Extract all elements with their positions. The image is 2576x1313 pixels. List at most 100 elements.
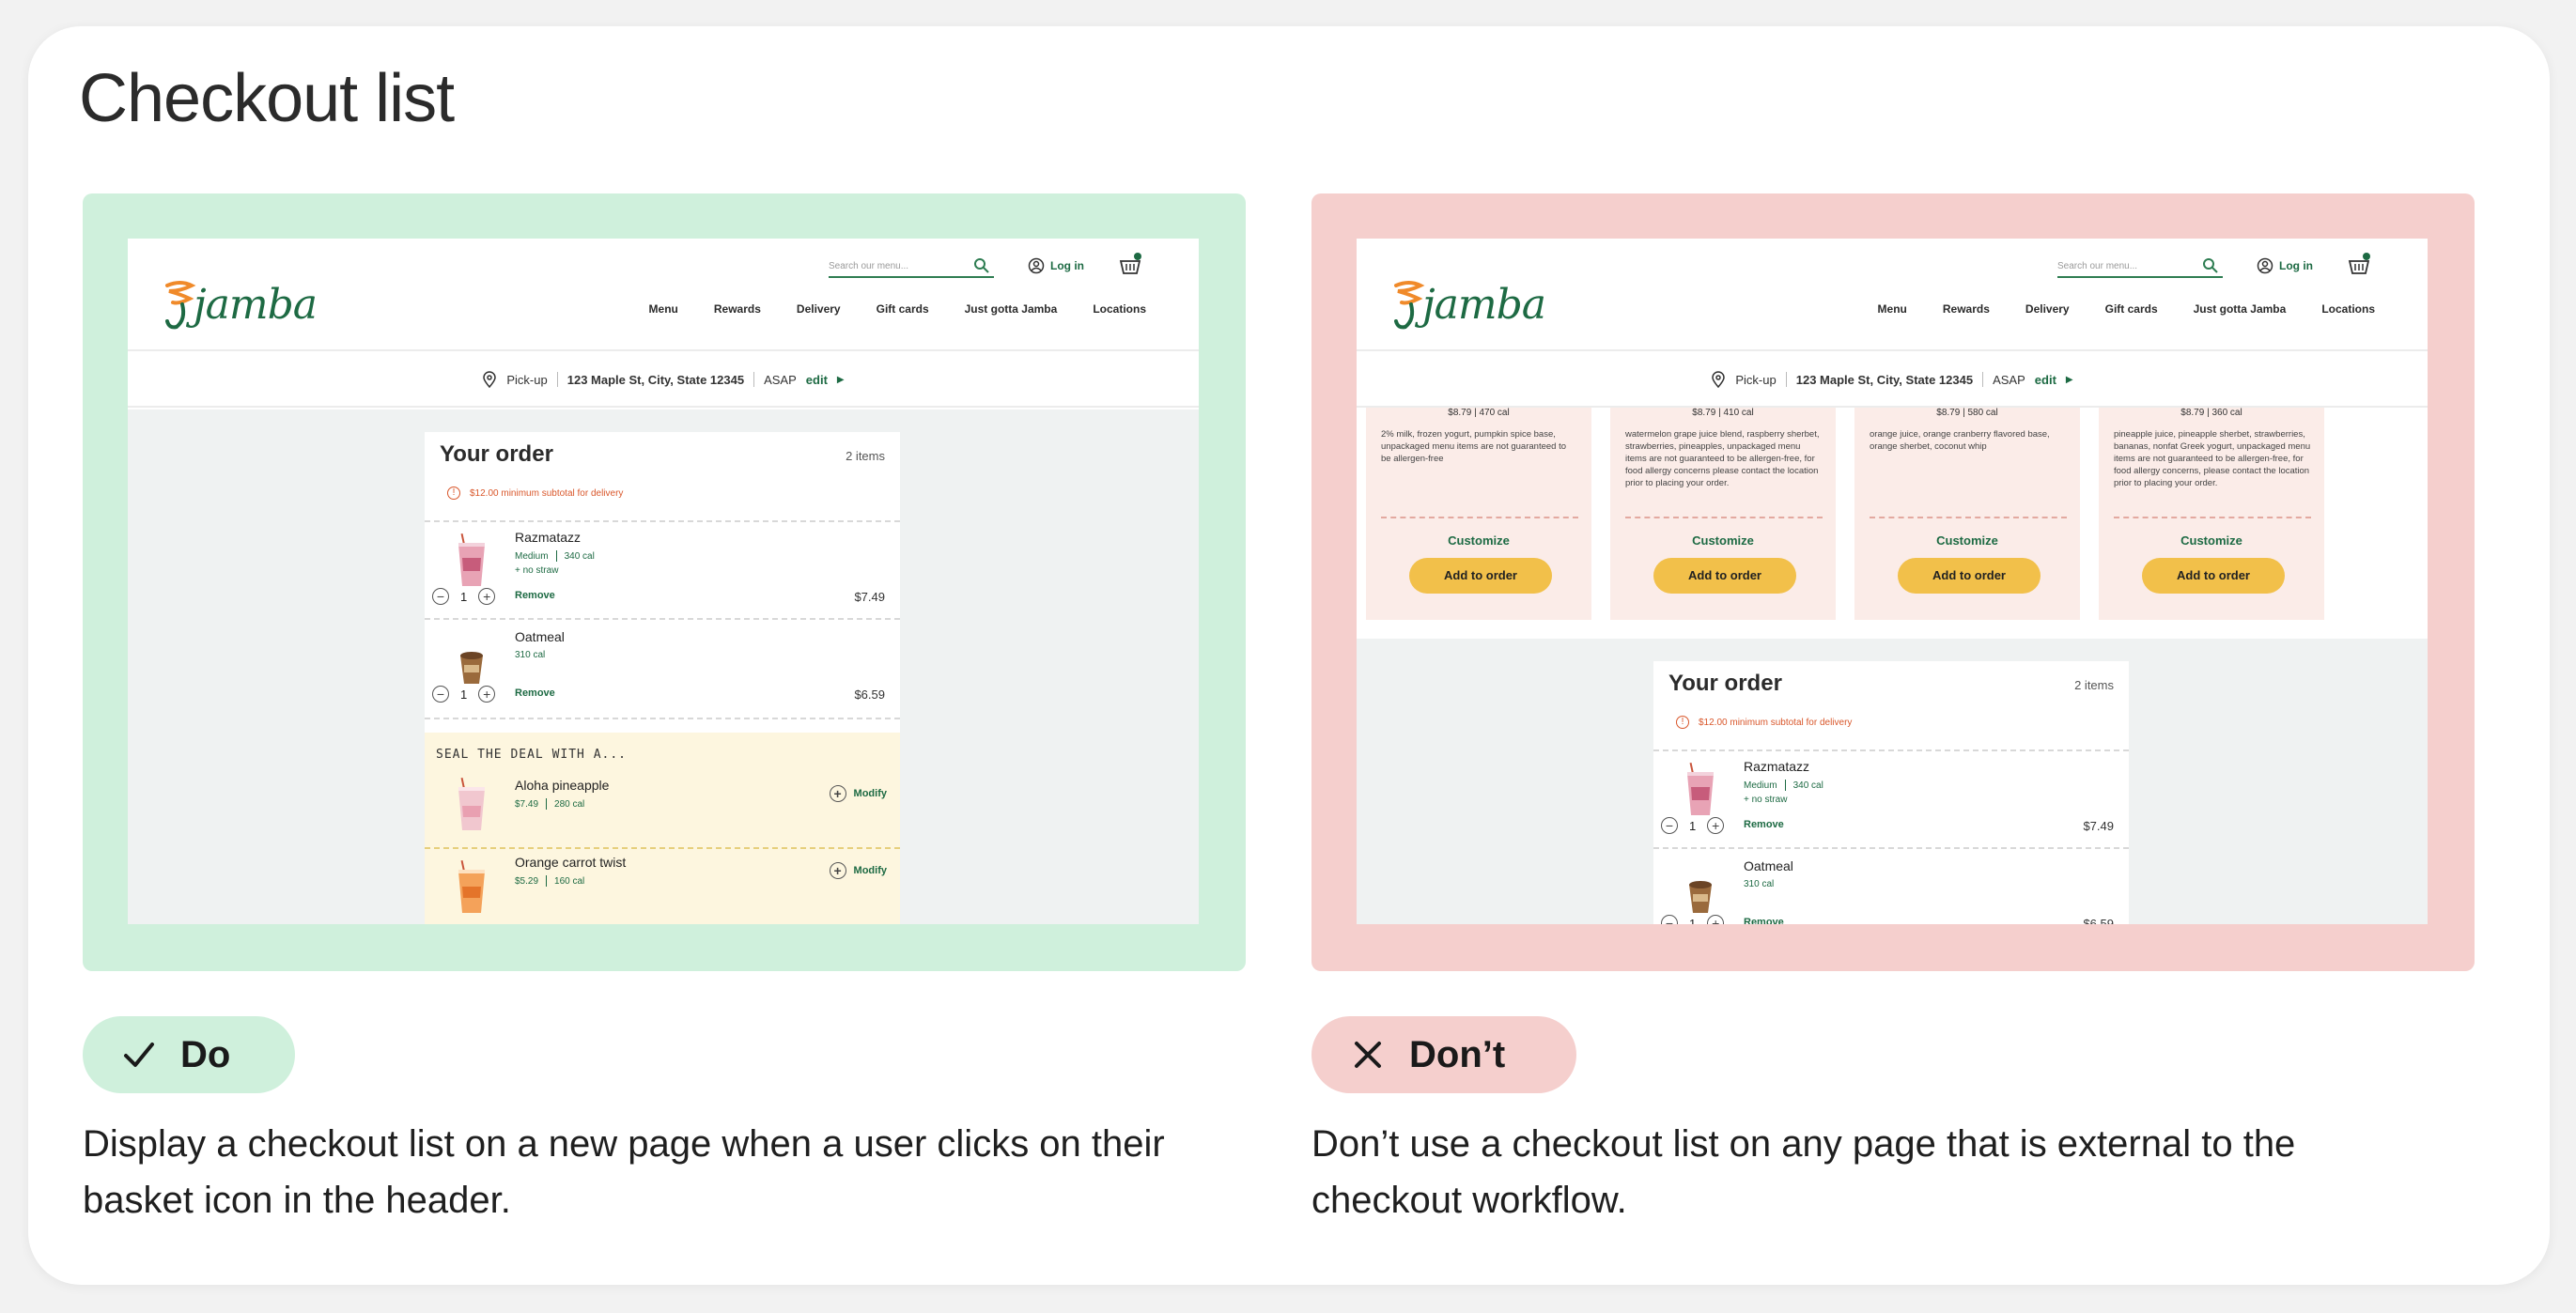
item-meta: 310 cal — [515, 650, 546, 660]
nav-item-gift-cards[interactable]: Gift cards — [2105, 302, 2158, 316]
customize-link[interactable]: Customize — [1610, 533, 1836, 548]
do-badge: Do — [83, 1016, 295, 1093]
search-placeholder: Search our menu... — [829, 261, 909, 271]
nav-item-locations[interactable]: Locations — [2321, 302, 2375, 316]
search-input[interactable]: Search our menu... — [829, 255, 994, 278]
login-link[interactable]: Log in — [2257, 257, 2313, 274]
add-to-order-button[interactable]: Add to order — [1653, 558, 1796, 594]
dont-example-panel: $8.79 | 470 cal 2% milk, frozen yogurt, … — [1311, 193, 2475, 971]
pickup-bar: Pick-up 123 Maple St, City, State 12345 … — [1357, 353, 2428, 408]
modify-button[interactable]: + Modify — [829, 862, 887, 879]
dont-label: Don’t — [1409, 1033, 1506, 1075]
site-header: jamba Search our menu... Log in Menu Rew… — [128, 239, 1199, 351]
basket-icon[interactable] — [2347, 252, 2371, 276]
item-price: $7.49 — [854, 590, 885, 604]
jamba-logo[interactable]: jamba — [163, 276, 318, 332]
add-to-order-button[interactable]: Add to order — [1409, 558, 1552, 594]
menu-card: $8.79 | 580 cal orange juice, orange cra… — [1854, 408, 2080, 620]
dont-screenshot: $8.79 | 470 cal 2% milk, frozen yogurt, … — [1357, 239, 2428, 924]
pickup-edit-link[interactable]: edit — [806, 373, 828, 387]
item-meta: Medium 340 cal — [515, 550, 595, 562]
minus-icon[interactable]: − — [432, 686, 449, 703]
upsell-title: SEAL THE DEAL WITH A... — [436, 748, 628, 762]
nav-item-menu[interactable]: Menu — [649, 302, 678, 316]
remove-button[interactable]: Remove — [1744, 917, 1784, 924]
login-link[interactable]: Log in — [1028, 257, 1084, 274]
main-nav: Menu Rewards Delivery Gift cards Just go… — [1878, 302, 2375, 316]
minus-icon[interactable]: − — [1661, 915, 1678, 924]
minus-icon[interactable]: − — [432, 588, 449, 605]
check-icon — [124, 1043, 154, 1067]
login-label: Log in — [1050, 259, 1084, 272]
nav-item-locations[interactable]: Locations — [1093, 302, 1146, 316]
main-nav: Menu Rewards Delivery Gift cards Just go… — [649, 302, 1146, 316]
basket-icon[interactable] — [1118, 252, 1142, 276]
add-to-order-button[interactable]: Add to order — [1898, 558, 2041, 594]
add-to-order-button[interactable]: Add to order — [2142, 558, 2285, 594]
quantity-stepper: − 1 + — [1661, 817, 1725, 834]
nav-item-rewards[interactable]: Rewards — [1943, 302, 1990, 316]
nav-item-just-gotta-jamba[interactable]: Just gotta Jamba — [965, 302, 1058, 316]
quantity-stepper: − 1 + — [432, 588, 496, 605]
customize-link[interactable]: Customize — [1366, 533, 1591, 548]
item-name: Oatmeal — [1744, 858, 1793, 873]
item-price: $6.59 — [2083, 917, 2114, 924]
item-name: Oatmeal — [515, 629, 565, 644]
orange-carrot-twist-image — [458, 859, 485, 913]
order-count: 2 items — [846, 449, 885, 463]
warning-text: $12.00 minimum subtotal for delivery — [470, 487, 624, 499]
razmatazz-image — [458, 533, 485, 586]
order-title: Your order — [440, 441, 553, 467]
alert-icon: ! — [447, 487, 460, 500]
order-title: Your order — [1668, 671, 1782, 696]
chevron-right-icon: ▶ — [836, 374, 845, 385]
pickup-mode: Pick-up — [506, 372, 548, 387]
nav-item-delivery[interactable]: Delivery — [2025, 302, 2070, 316]
nav-item-just-gotta-jamba[interactable]: Just gotta Jamba — [2194, 302, 2287, 316]
search-input[interactable]: Search our menu... — [2057, 255, 2223, 278]
item-extra: + no straw — [515, 565, 559, 576]
order-card: Your order 2 items ! $12.00 minimum subt… — [1653, 661, 2129, 924]
plus-icon[interactable]: + — [1707, 817, 1725, 834]
menu-card-description: pineapple juice, pineapple sherbet, stra… — [2114, 429, 2311, 488]
remove-button[interactable]: Remove — [515, 687, 555, 699]
search-icon[interactable] — [973, 257, 990, 274]
warning-text: $12.00 minimum subtotal for delivery — [1699, 717, 1853, 728]
quantity-stepper: − 1 + — [432, 686, 496, 703]
nav-item-delivery[interactable]: Delivery — [797, 302, 841, 316]
minus-icon[interactable]: − — [1661, 817, 1678, 834]
modify-button[interactable]: + Modify — [829, 785, 887, 802]
menu-card: $8.79 | 410 cal watermelon grape juice b… — [1610, 408, 1836, 620]
customize-link[interactable]: Customize — [1854, 533, 2080, 548]
customize-link[interactable]: Customize — [2099, 533, 2324, 548]
alert-icon: ! — [1676, 716, 1689, 729]
upsell-item-meta: $7.49 280 cal — [515, 798, 585, 810]
nav-item-menu[interactable]: Menu — [1878, 302, 1907, 316]
nav-item-gift-cards[interactable]: Gift cards — [877, 302, 929, 316]
plus-icon[interactable]: + — [1707, 915, 1725, 924]
quantity-value: 1 — [1689, 818, 1697, 833]
remove-button[interactable]: Remove — [1744, 819, 1784, 830]
nav-item-rewards[interactable]: Rewards — [714, 302, 761, 316]
jamba-logo[interactable]: jamba — [1392, 276, 1546, 332]
page-title: Checkout list — [79, 61, 455, 136]
do-label: Do — [180, 1033, 231, 1075]
plus-icon[interactable]: + — [478, 588, 496, 605]
swirl-logo-icon — [165, 281, 196, 330]
item-price: $7.49 — [2083, 819, 2114, 833]
pickup-bar: Pick-up 123 Maple St, City, State 12345 … — [128, 353, 1199, 408]
item-meta: 310 cal — [1744, 879, 1775, 889]
search-icon[interactable] — [2202, 257, 2219, 274]
quantity-stepper: − 1 + — [1661, 915, 1725, 924]
upsell-item-name: Aloha pineapple — [515, 778, 610, 793]
upsell-item-meta: $5.29 160 cal — [515, 875, 585, 887]
logo-text: jamba — [194, 280, 318, 329]
plus-icon: + — [829, 862, 846, 879]
do-example-panel: jamba Search our menu... Log in Menu Rew… — [83, 193, 1246, 971]
pickup-edit-link[interactable]: edit — [2035, 373, 2056, 387]
remove-button[interactable]: Remove — [515, 590, 555, 601]
plus-icon[interactable]: + — [478, 686, 496, 703]
site-header: jamba Search our menu... Log in Menu Rew… — [1357, 239, 2428, 351]
menu-card-description: watermelon grape juice blend, raspberry … — [1625, 429, 1820, 488]
location-pin-icon — [483, 371, 497, 388]
